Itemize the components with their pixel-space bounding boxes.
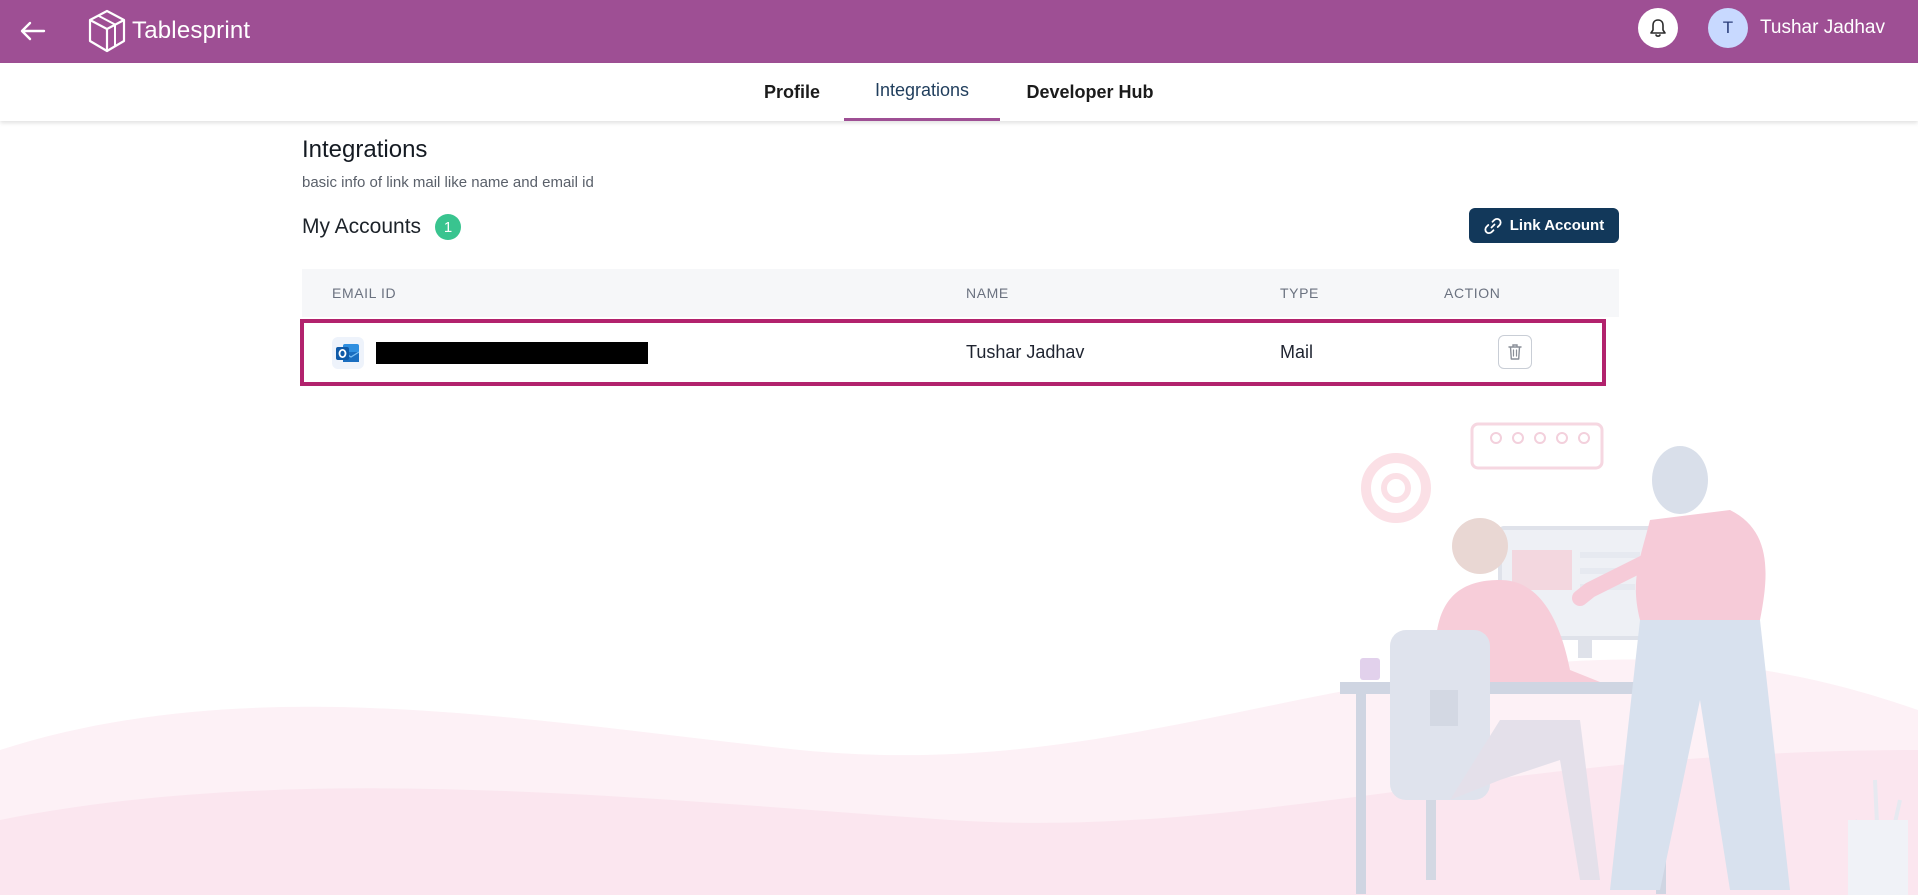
column-header-type: TYPE xyxy=(1280,285,1319,301)
arrow-left-icon xyxy=(20,21,46,41)
tab-profile[interactable]: Profile xyxy=(752,63,832,121)
page-subtitle: basic info of link mail like name and em… xyxy=(302,174,594,191)
background-illustration xyxy=(0,422,1918,895)
trash-icon xyxy=(1508,344,1522,360)
link-account-label: Link Account xyxy=(1509,217,1605,234)
column-header-name: NAME xyxy=(966,285,1009,301)
tab-developer-hub[interactable]: Developer Hub xyxy=(1012,63,1168,121)
name-cell: Tushar Jadhav xyxy=(966,342,1085,362)
back-button[interactable] xyxy=(14,12,52,50)
table-row[interactable]: Tushar Jadhav Mail xyxy=(300,319,1606,386)
delete-account-button[interactable] xyxy=(1498,335,1532,369)
table-header: EMAIL ID NAME TYPE ACTION xyxy=(302,269,1619,317)
cube-logo-icon xyxy=(88,9,126,53)
accounts-count-badge: 1 xyxy=(435,214,462,240)
type-cell: Mail xyxy=(1280,342,1314,362)
outlook-icon xyxy=(332,336,364,369)
notifications-button[interactable] xyxy=(1638,8,1678,48)
tab-bar: Profile Integrations Developer Hub xyxy=(0,63,1918,121)
my-accounts-header: My Accounts 1 xyxy=(302,214,462,240)
app-logo[interactable]: Tablesprint xyxy=(86,6,250,56)
column-header-action: ACTION xyxy=(1444,285,1501,301)
my-accounts-title: My Accounts xyxy=(302,215,422,238)
accounts-table: EMAIL ID NAME TYPE ACTION Tushar Jadhav … xyxy=(300,269,1619,386)
top-navbar: Tablesprint T Tushar Jadhav xyxy=(0,0,1918,63)
user-menu[interactable]: T Tushar Jadhav xyxy=(1708,8,1885,48)
tab-integrations[interactable]: Integrations xyxy=(844,63,1000,121)
redacted-email xyxy=(376,341,648,364)
avatar: T xyxy=(1708,8,1748,48)
app-name: Tablesprint xyxy=(132,17,251,44)
user-name: Tushar Jadhav xyxy=(1760,17,1885,38)
link-account-button[interactable]: Link Account xyxy=(1469,208,1619,243)
page-title: Integrations xyxy=(302,136,428,163)
email-cell xyxy=(332,323,648,382)
link-icon xyxy=(1484,217,1502,234)
column-header-email: EMAIL ID xyxy=(332,285,397,301)
bell-icon xyxy=(1650,19,1666,37)
